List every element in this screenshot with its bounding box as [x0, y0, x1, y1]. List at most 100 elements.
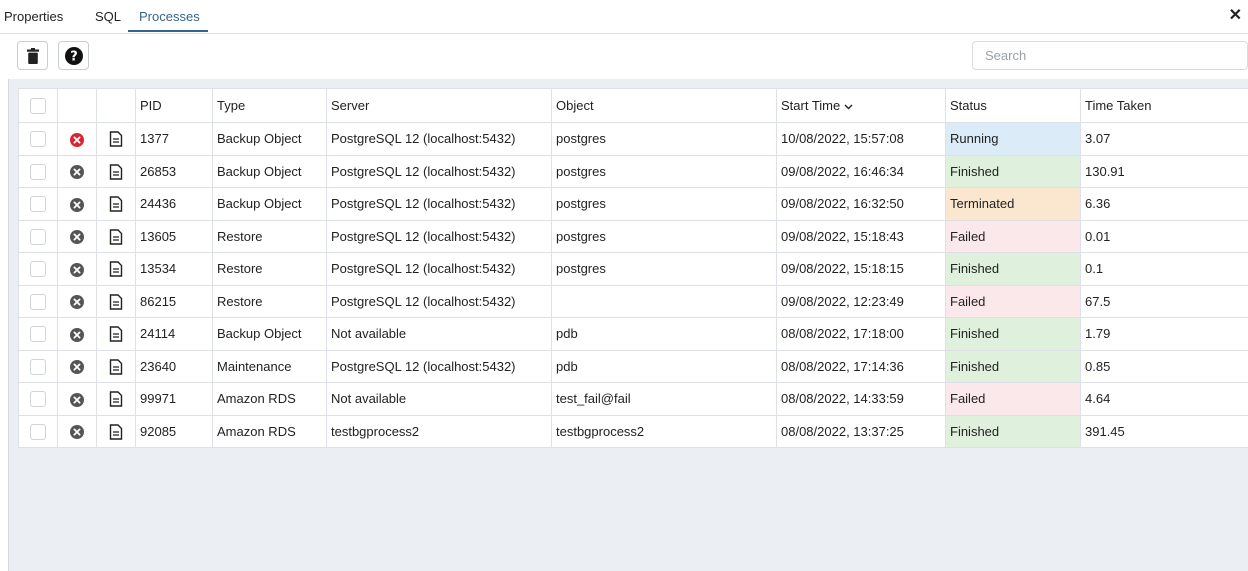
header-status[interactable]: Status: [945, 88, 1081, 123]
header-start-time[interactable]: Start Time: [776, 88, 946, 123]
tab-bar: Properties SQL Processes ✕: [0, 0, 1248, 34]
cell-type: Backup Object: [212, 317, 327, 351]
stop-cell: [57, 382, 97, 416]
row-checkbox[interactable]: [30, 326, 46, 343]
cell-status: Finished: [945, 252, 1081, 286]
row-checkbox[interactable]: [30, 423, 46, 440]
stop-process-icon[interactable]: [70, 392, 84, 407]
help-button[interactable]: ?: [58, 41, 89, 70]
cell-server: PostgreSQL 12 (localhost:5432): [326, 219, 552, 253]
close-icon[interactable]: ✕: [1229, 8, 1242, 24]
row-select-cell: [18, 349, 58, 383]
cell-pid: 99971: [135, 382, 213, 416]
row-checkbox[interactable]: [30, 358, 46, 375]
row-select-cell: [18, 284, 58, 318]
view-log-icon[interactable]: [109, 163, 123, 180]
table-row[interactable]: 23640 Maintenance PostgreSQL 12 (localhost…: [18, 349, 1248, 383]
stop-cell: [57, 317, 97, 351]
row-checkbox[interactable]: [30, 391, 46, 408]
log-cell: [96, 284, 136, 318]
stop-process-icon[interactable]: [70, 327, 84, 342]
stop-process-icon[interactable]: [70, 165, 84, 180]
select-all-cell: [18, 88, 58, 123]
stop-process-icon[interactable]: [70, 230, 84, 245]
select-all-checkbox[interactable]: [30, 97, 46, 114]
stop-process-icon[interactable]: [70, 295, 84, 310]
search-input[interactable]: [972, 41, 1248, 70]
row-checkbox[interactable]: [30, 228, 46, 245]
cell-type: Backup Object: [212, 187, 327, 221]
cell-start-time: 08/08/2022, 17:18:00: [776, 317, 946, 351]
stop-process-icon[interactable]: [70, 360, 84, 375]
cell-object: test_fail@fail: [551, 382, 777, 416]
log-cell: [96, 219, 136, 253]
cell-status: Finished: [945, 349, 1081, 383]
header-type[interactable]: Type: [212, 88, 327, 123]
stop-cell: [57, 122, 97, 156]
cell-start-time: 08/08/2022, 17:14:36: [776, 349, 946, 383]
row-select-cell: [18, 382, 58, 416]
cell-status: Running: [945, 122, 1081, 156]
table-row[interactable]: 92085 Amazon RDS testbgprocess2 testbgproce…: [18, 414, 1248, 448]
row-checkbox[interactable]: [30, 261, 46, 278]
log-cell: [96, 317, 136, 351]
header-server[interactable]: Server: [326, 88, 552, 123]
cell-object: [551, 284, 777, 318]
view-log-icon[interactable]: [109, 391, 123, 407]
stop-process-icon[interactable]: [70, 197, 84, 212]
view-log-icon[interactable]: [109, 261, 123, 277]
table-row[interactable]: 26853 Backup Object PostgreSQL 12 (localho…: [18, 154, 1248, 188]
cell-status: Finished: [945, 317, 1081, 351]
tab-sql[interactable]: SQL: [95, 9, 121, 24]
table-row[interactable]: 24436 Backup Object PostgreSQL 12 (localho…: [18, 187, 1248, 221]
cell-server: PostgreSQL 12 (localhost:5432): [326, 284, 552, 318]
cell-object: postgres: [551, 219, 777, 253]
cell-time-taken: 130.91: [1080, 154, 1248, 188]
grid-area: PID Type Server Object Start Time Status…: [8, 79, 1248, 571]
row-checkbox[interactable]: [30, 293, 46, 310]
stop-cell: [57, 187, 97, 221]
view-log-icon[interactable]: [109, 228, 123, 245]
header-object[interactable]: Object: [551, 88, 777, 123]
cell-server: PostgreSQL 12 (localhost:5432): [326, 154, 552, 188]
cell-status: Terminated: [945, 187, 1081, 221]
cell-status: Failed: [945, 219, 1081, 253]
cell-pid: 1377: [135, 122, 213, 156]
cell-pid: 92085: [135, 414, 213, 448]
row-checkbox[interactable]: [30, 131, 46, 148]
log-cell: [96, 382, 136, 416]
header-pid[interactable]: PID: [135, 88, 213, 123]
log-cell: [96, 414, 136, 448]
table-row[interactable]: 99971 Amazon RDS Not available test_fail@fa…: [18, 382, 1248, 416]
stop-process-icon[interactable]: [70, 425, 84, 440]
log-cell: [96, 252, 136, 286]
row-select-cell: [18, 187, 58, 221]
view-log-icon[interactable]: [109, 293, 123, 310]
cell-pid: 23640: [135, 349, 213, 383]
row-checkbox[interactable]: [30, 196, 46, 213]
stop-process-icon[interactable]: [70, 132, 84, 147]
view-log-icon[interactable]: [109, 358, 123, 375]
cell-pid: 13605: [135, 219, 213, 253]
view-log-icon[interactable]: [109, 196, 123, 212]
row-checkbox[interactable]: [30, 163, 46, 180]
log-cell: [96, 122, 136, 156]
view-log-icon[interactable]: [109, 326, 123, 342]
cell-start-time: 08/08/2022, 14:33:59: [776, 382, 946, 416]
cell-time-taken: 0.1: [1080, 252, 1248, 286]
cell-object: postgres: [551, 122, 777, 156]
cell-server: Not available: [326, 317, 552, 351]
table-row[interactable]: 24114 Backup Object Not available pdb 08/08/…: [18, 317, 1248, 351]
delete-button[interactable]: [17, 41, 48, 70]
tab-processes[interactable]: Processes: [139, 9, 200, 24]
table-row[interactable]: 1377 Backup Object PostgreSQL 12 (localhos…: [18, 122, 1248, 156]
table-row[interactable]: 13605 Restore PostgreSQL 12 (localhost:543…: [18, 219, 1248, 253]
stop-process-icon[interactable]: [70, 262, 84, 277]
tab-properties[interactable]: Properties: [4, 9, 63, 24]
header-time-taken[interactable]: Time Taken: [1080, 88, 1248, 123]
view-log-icon[interactable]: [109, 423, 123, 440]
table-row[interactable]: 13534 Restore PostgreSQL 12 (localhost:543…: [18, 252, 1248, 286]
help-icon: ?: [64, 46, 83, 65]
table-row[interactable]: 86215 Restore PostgreSQL 12 (localhost:543…: [18, 284, 1248, 318]
view-log-icon[interactable]: [109, 131, 123, 147]
